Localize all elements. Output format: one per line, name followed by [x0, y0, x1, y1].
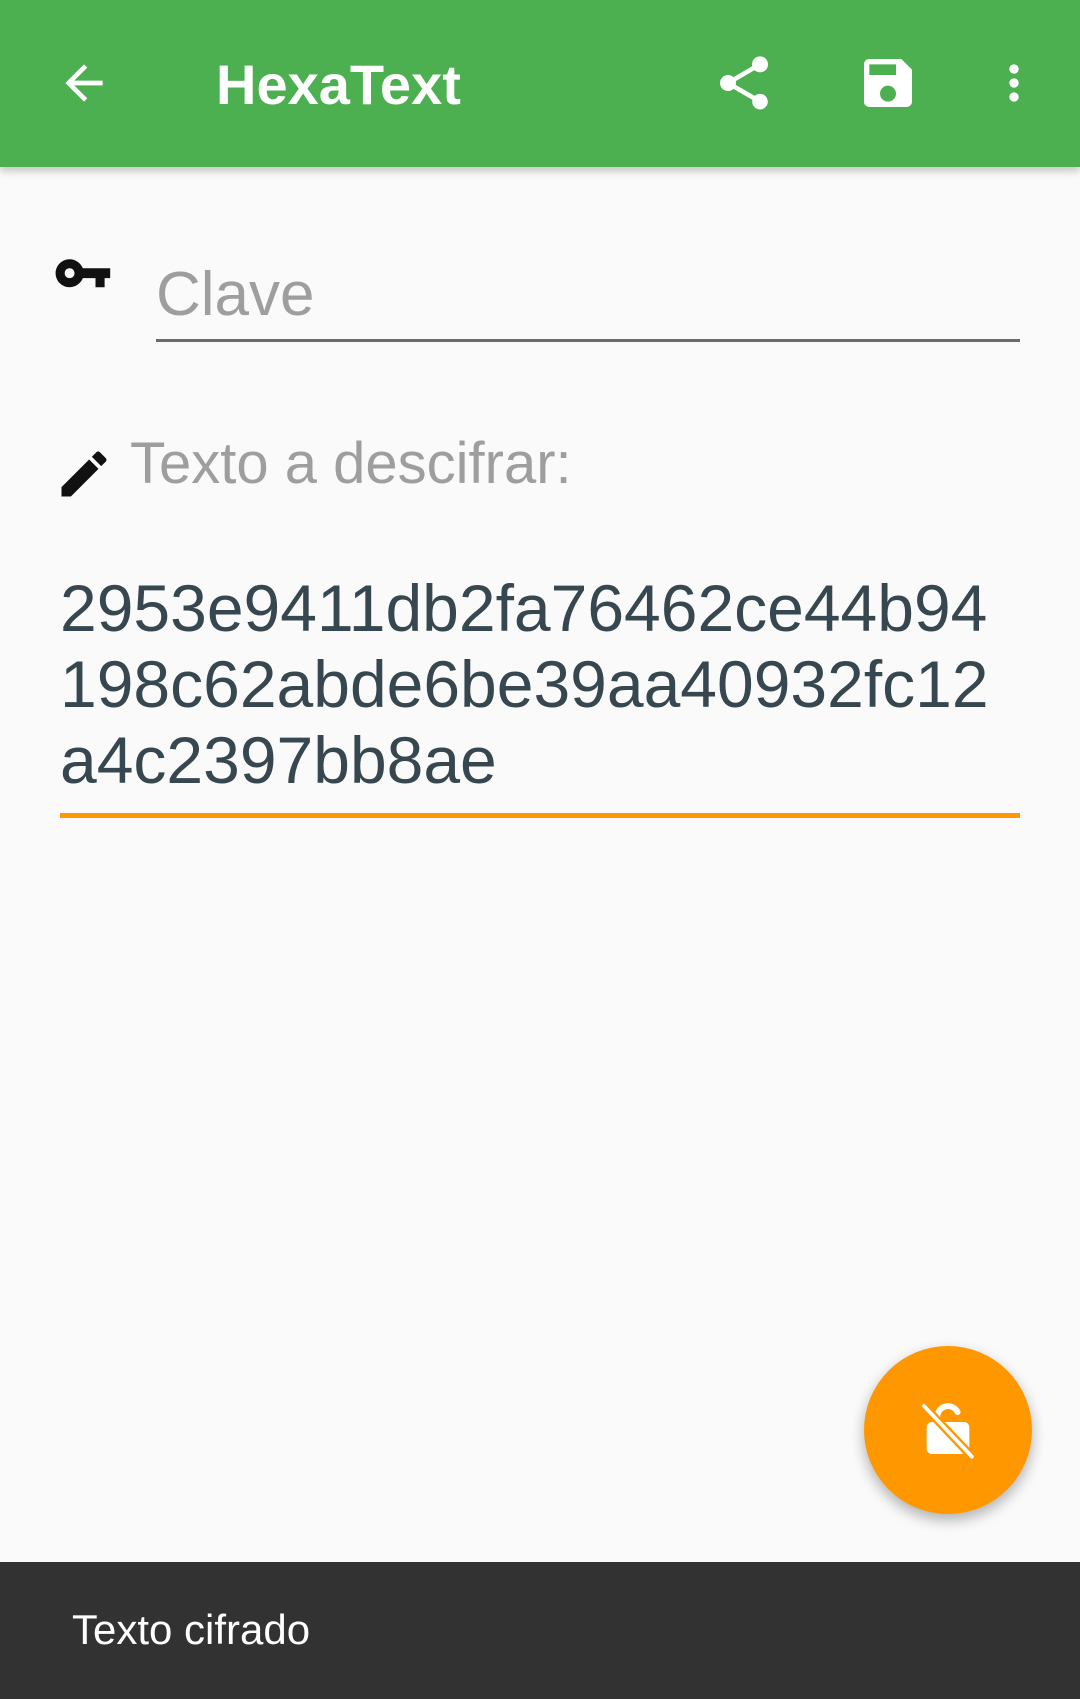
screen: HexaText Texto a descifrar: 2953e9411db2…	[0, 0, 1080, 1699]
unlock-icon	[919, 1401, 977, 1461]
app-title: HexaText	[216, 53, 461, 116]
arrow-back-icon	[65, 64, 103, 102]
cipher-text-value[interactable]: 2953e9411db2fa76462ce44b94198c62abde6be3…	[60, 570, 1020, 798]
decrypt-fab[interactable]	[864, 1346, 1032, 1514]
snackbar-message: Texto cifrado	[72, 1606, 311, 1653]
cipher-text-field[interactable]: 2953e9411db2fa76462ce44b94198c62abde6be3…	[60, 570, 1020, 818]
save-icon	[864, 59, 912, 107]
back-button[interactable]	[36, 35, 132, 131]
key-input[interactable]	[156, 250, 1020, 338]
key-field[interactable]	[156, 250, 1020, 342]
snackbar: Texto cifrado	[0, 1562, 1080, 1699]
share-button[interactable]	[696, 35, 792, 131]
app-bar: HexaText	[0, 0, 1080, 167]
share-icon	[720, 56, 768, 110]
more-options-button[interactable]	[966, 35, 1062, 131]
save-button[interactable]	[840, 35, 936, 131]
pencil-icon	[61, 451, 107, 497]
cipher-label: Texto a descifrar:	[130, 431, 572, 496]
more-vert-icon	[1009, 64, 1019, 102]
key-icon	[55, 259, 111, 288]
